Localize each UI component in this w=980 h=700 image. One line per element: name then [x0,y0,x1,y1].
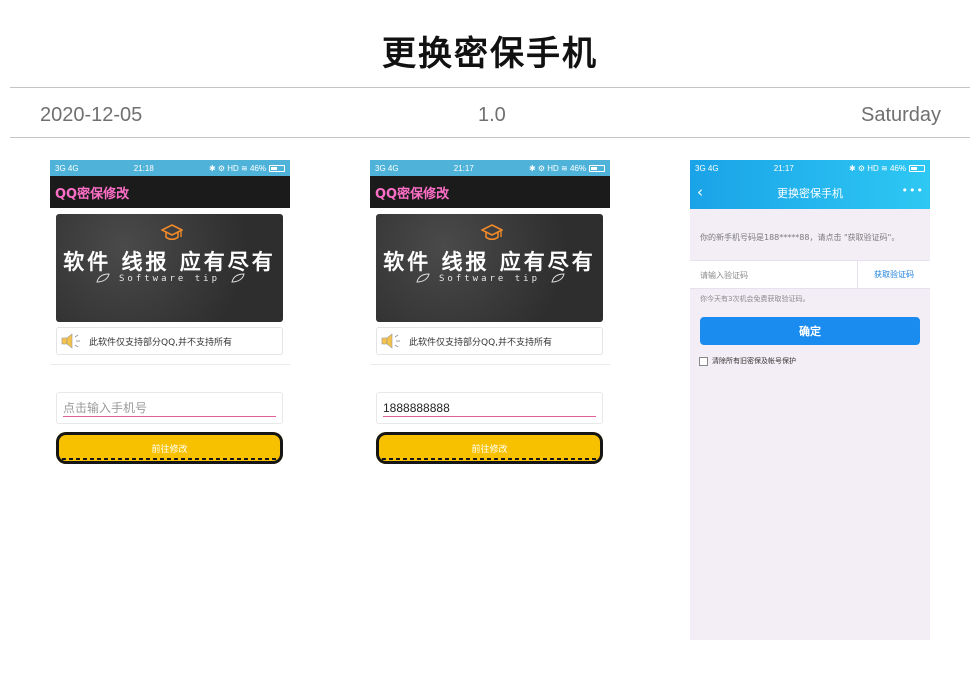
speaker-icon [381,333,400,349]
get-code-button[interactable]: 获取验证码 [857,261,930,288]
notice-bar: 此软件仅支持部分QQ,并不支持所有 [56,327,283,355]
version-label: 1.0 [478,104,506,126]
clock: 21:18 [133,163,154,173]
clock: 21:17 [773,163,794,173]
verification-code-input[interactable] [700,266,850,284]
status-bar: 3G 4G 21:18 ✱ ⚙ HD ≋ 46% [50,160,290,176]
phone-screen-2: 3G 4G 21:17 ✱ ⚙ HD ≋ 46% QQ密保修改 软件 线报 应有… [370,160,610,470]
battery-icon [589,164,605,172]
promo-banner: 软件 线报 应有尽有 Software tip [56,214,283,322]
status-right: ✱ ⚙ HD ≋ 46% [209,164,285,173]
qq-header: ‹ 更换密保手机 ••• [690,176,930,209]
phone-screen-3: 3G 4G 21:17 ✱ ⚙ HD ≋ 46% ‹ 更换密保手机 ••• 你的… [690,160,930,640]
weekday-label: Saturday [861,104,942,126]
phone-input-wrapper [56,392,283,424]
bottom-rule [10,137,970,138]
graduation-cap-icon [481,224,503,241]
promo-banner: 软件 线报 应有尽有 Software tip [376,214,603,322]
status-bar: 3G 4G 21:17 ✱ ⚙ HD ≋ 46% [370,160,610,176]
status-bar: 3G 4G 21:17 ✱ ⚙ HD ≋ 46% [690,160,930,176]
clear-protection-checkbox[interactable] [699,356,708,366]
battery-icon [909,164,925,172]
leaf-icon [551,273,565,283]
banner-subtitle: Software tip [438,274,541,284]
verification-code-row: 获取验证码 [690,260,930,289]
info-text: 你的新手机号码是188*****88，请点击 "获取验证码"。 [700,233,900,242]
date-label: 2020-12-05 [40,104,143,126]
phone-input-wrapper [376,392,603,424]
top-rule [10,87,970,88]
phone-number-input[interactable] [383,399,596,417]
status-icons: ✱ ⚙ HD ≋ 46% [848,163,906,173]
status-right: ✱ ⚙ HD ≋ 46% [849,164,925,173]
phone-number-input[interactable] [63,399,276,417]
divider [370,364,610,365]
clock: 21:17 [453,163,474,173]
back-chevron-icon[interactable]: ‹ [697,183,703,201]
confirm-button[interactable]: 确定 [700,317,920,345]
notice-text: 此软件仅支持部分QQ,并不支持所有 [409,337,553,348]
banner-subtitle: Software tip [118,274,221,284]
clear-protection-option[interactable]: 清除所有旧密保及帐号保护 [699,356,796,366]
notice-text: 此软件仅支持部分QQ,并不支持所有 [89,337,233,348]
network-indicator: 3G 4G [375,163,399,173]
graduation-cap-icon [161,224,183,241]
leaf-icon [231,273,245,283]
banner-title: 软件 线报 应有尽有 [383,250,596,274]
status-right: ✱ ⚙ HD ≋ 46% [529,164,605,173]
divider [50,364,290,365]
speaker-icon [61,333,80,349]
status-icons: ✱ ⚙ HD ≋ 46% [528,163,586,173]
more-dots-icon[interactable]: ••• [902,184,924,197]
phone-screen-1: 3G 4G 21:18 ✱ ⚙ HD ≋ 46% QQ密保修改 软件 线报 应有… [50,160,290,470]
status-icons: ✱ ⚙ HD ≋ 46% [208,163,266,173]
qq-header-title: 更换密保手机 [777,186,843,200]
network-indicator: 3G 4G [55,163,79,173]
go-modify-button[interactable]: 前往修改 [56,432,283,464]
app-title: QQ密保修改 [370,176,610,208]
page-title: 更换密保手机 [382,34,598,74]
go-modify-button[interactable]: 前往修改 [376,432,603,464]
network-indicator: 3G 4G [695,163,719,173]
clear-protection-label: 清除所有旧密保及帐号保护 [712,357,796,365]
battery-icon [269,164,285,172]
notice-bar: 此软件仅支持部分QQ,并不支持所有 [376,327,603,355]
attempts-hint: 你今天有3次机会免费获取验证码。 [700,295,810,303]
banner-title: 软件 线报 应有尽有 [63,250,276,274]
app-title: QQ密保修改 [50,176,290,208]
